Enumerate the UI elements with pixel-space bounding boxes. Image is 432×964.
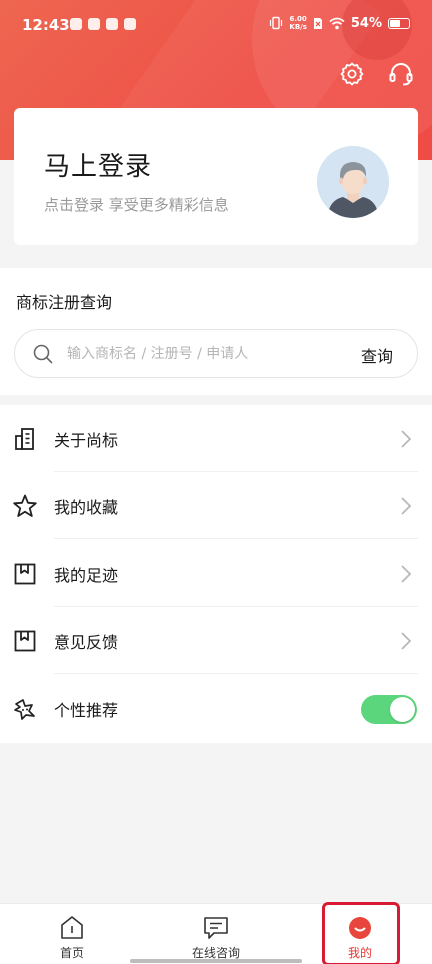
chevron-right-icon [401,565,412,583]
menu-item-about[interactable]: 关于尚标 [0,405,432,472]
tab-home[interactable]: 首页 [0,904,144,964]
gear-icon [340,62,364,86]
tab-consult[interactable]: 在线咨询 [144,904,288,964]
menu-item-favorites[interactable]: 我的收藏 [0,472,432,539]
notification-icon [124,18,136,30]
search-input[interactable] [67,330,347,377]
menu-label-favorites: 我的收藏 [54,498,119,517]
chevron-right-icon [401,430,412,448]
chat-icon [204,917,228,939]
menu-item-history[interactable]: 我的足迹 [0,540,432,607]
settings-button[interactable] [336,58,368,90]
menu-item-recommendation: 个性推荐 [0,675,432,742]
tab-home-label: 首页 [59,946,84,960]
search-icon [33,344,53,364]
tab-profile[interactable]: 我的 [288,904,432,964]
menu-label-about: 关于尚标 [54,431,119,450]
login-title: 马上登录 [44,152,153,182]
home-icon [61,916,83,939]
search-box: 查询 [14,329,418,378]
login-subtitle: 点击登录 享受更多精彩信息 [44,196,229,214]
menu-label-history: 我的足迹 [54,566,119,585]
notification-icon [88,18,100,30]
home-indicator[interactable] [130,959,302,963]
menu-label-recommendation: 个性推荐 [54,701,119,720]
menu-list: 关于尚标 我的收藏 我的足迹 意见反馈 个性推荐 [0,405,432,743]
wifi-icon [329,17,345,29]
headset-icon [389,63,413,86]
status-time: 12:43 [22,16,70,34]
sparkle-icon [14,699,35,720]
bottom-tab-bar: 首页 在线咨询 我的 [0,903,432,964]
vibrate-icon [270,16,283,30]
status-notification-icons [70,18,136,30]
battery-percentage: 54% [350,15,382,31]
user-avatar-icon [317,146,389,218]
menu-item-feedback[interactable]: 意见反馈 [0,607,432,674]
trademark-search-title: 商标注册查询 [16,293,113,312]
notification-icon [106,18,118,30]
battery-icon [388,17,410,29]
building-icon [15,428,34,450]
sim-icon [313,17,322,29]
feedback-icon [14,630,36,652]
profile-icon [349,917,371,939]
trademark-search-section: 商标注册查询 查询 [0,268,432,395]
recommendation-toggle[interactable] [361,695,417,724]
star-icon [13,494,37,517]
customer-service-button[interactable] [385,58,417,90]
chevron-right-icon [401,632,412,650]
network-speed: 6.00 KB/s [289,15,307,31]
chevron-right-icon [401,497,412,515]
bookmark-icon [14,563,36,585]
login-card[interactable]: 马上登录 点击登录 享受更多精彩信息 [14,108,418,245]
status-bar: 12:43 6.00 KB/s 54% [0,0,432,52]
menu-label-feedback: 意见反馈 [54,633,119,652]
avatar[interactable] [317,146,389,218]
tab-profile-label: 我的 [347,946,372,960]
search-button[interactable]: 查询 [361,343,393,367]
notification-icon [70,18,82,30]
